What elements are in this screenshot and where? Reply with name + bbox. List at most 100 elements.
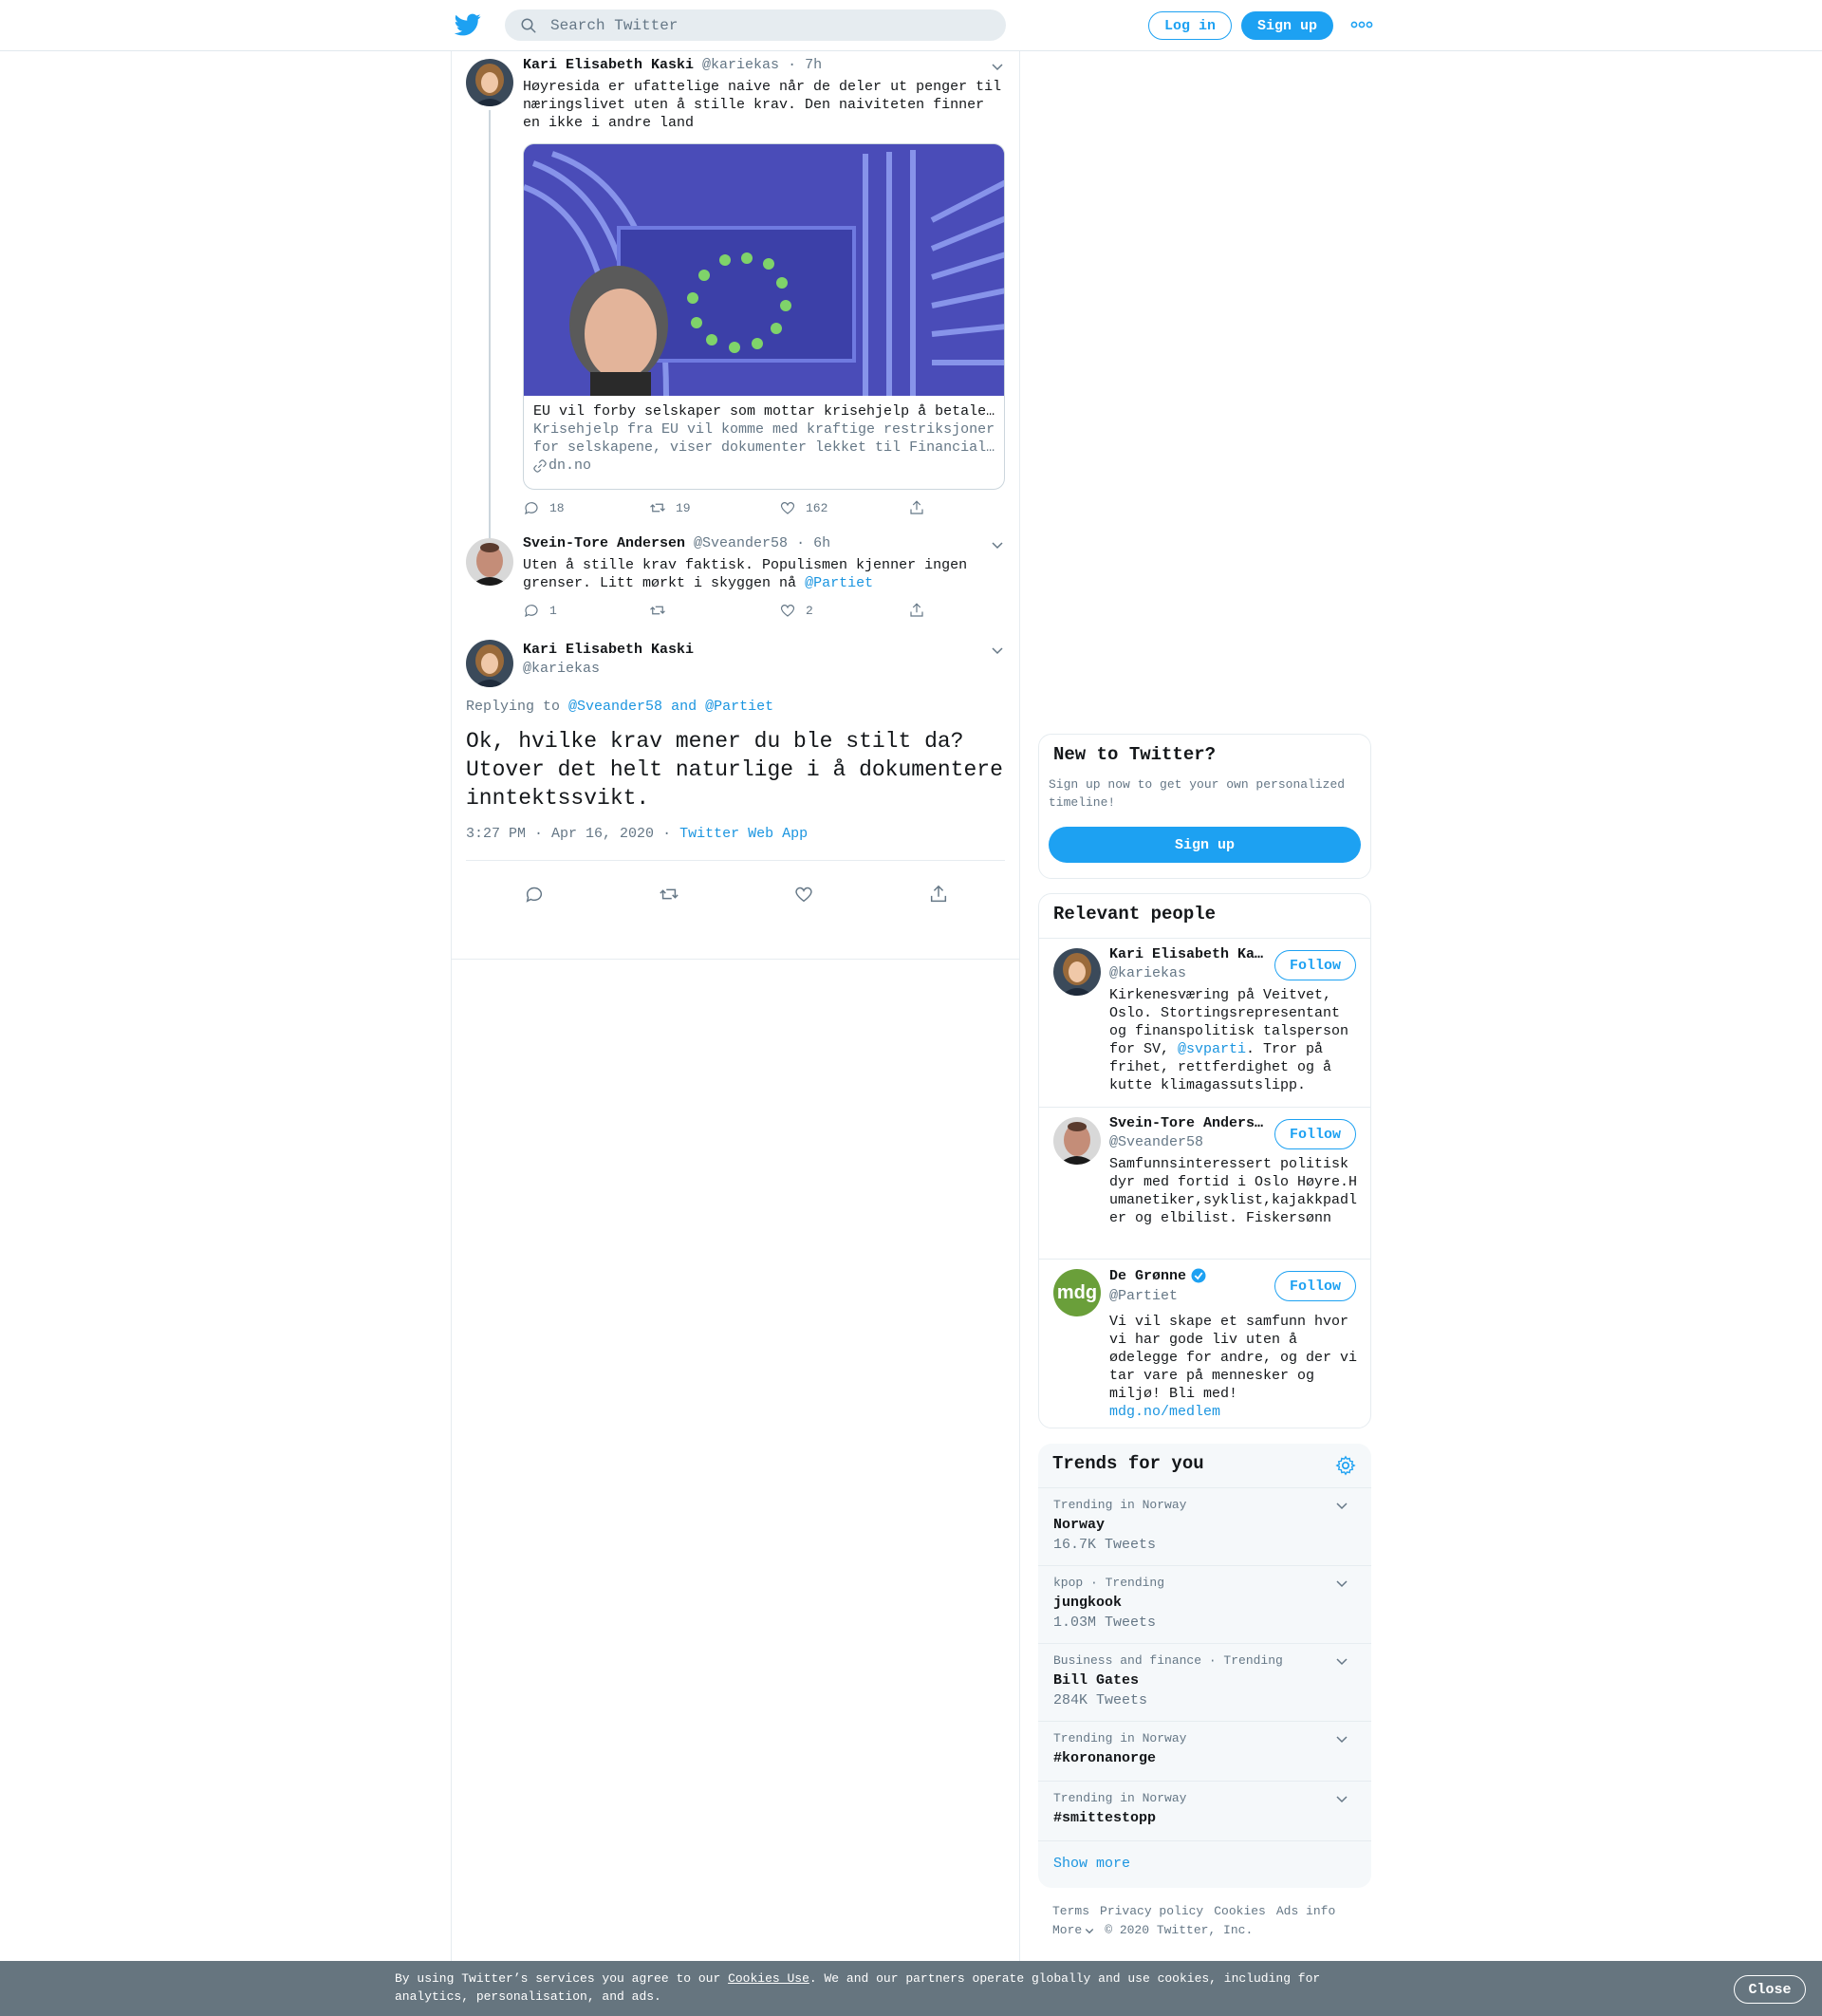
card-description: Krisehjelp fra EU vil komme med kraftige… <box>533 421 995 438</box>
user-cell[interactable]: Kari Elisabeth Ka… @kariekas Follow Kirk… <box>1039 938 1370 1107</box>
share-icon <box>910 500 923 514</box>
chevron-down-icon[interactable] <box>990 643 1005 658</box>
settings-gear-icon[interactable] <box>1335 1455 1356 1476</box>
author-name[interactable]: Kari Elisabeth Kaski <box>523 57 694 73</box>
trend-name: jungkook <box>1053 1595 1123 1611</box>
heart-icon <box>780 502 795 514</box>
chevron-down-icon[interactable] <box>1334 1653 1349 1669</box>
avatar[interactable] <box>466 538 513 586</box>
box-subtitle: Sign up now to get your own personalized… <box>1049 777 1346 810</box>
user-handle[interactable]: @kariekas <box>1109 965 1186 981</box>
user-bio: Kirkenesværing på Veitvet, Oslo. Stortin… <box>1109 987 1349 1093</box>
follow-button[interactable]: Follow <box>1274 1271 1356 1301</box>
tweet-timestamp[interactable]: 3:27 PM · Apr 16, 2020 <box>466 826 654 842</box>
trend-context: Trending in Norway <box>1053 1791 1187 1805</box>
share-button[interactable] <box>908 499 925 516</box>
retweet-button[interactable]: 19 <box>649 499 691 516</box>
avatar[interactable] <box>1053 1117 1101 1165</box>
user-name[interactable]: Svein-Tore Anders… <box>1109 1115 1269 1131</box>
avatar[interactable] <box>466 59 513 106</box>
main-column: Kari Elisabeth Kaski @kariekas · 7h Høyr… <box>451 51 1020 2016</box>
reply-icon[interactable] <box>524 884 545 905</box>
chevron-down-icon[interactable] <box>1334 1791 1349 1806</box>
author-handle[interactable]: @kariekas <box>702 57 779 73</box>
reply-button[interactable]: 1 <box>523 602 557 619</box>
close-button[interactable]: Close <box>1734 1975 1806 2004</box>
box-title: Relevant people <box>1053 904 1217 924</box>
tweet-source-link[interactable]: Twitter Web App <box>679 826 808 842</box>
cookies-use-link[interactable]: Cookies Use <box>728 1971 809 1986</box>
follow-button[interactable]: Follow <box>1274 1119 1356 1149</box>
tweet-time[interactable]: · 6h <box>796 535 830 551</box>
trend-item[interactable]: Trending in Norway #smittestopp <box>1038 1781 1371 1840</box>
trend-item[interactable]: Trending in Norway Norway 16.7K Tweets <box>1038 1487 1371 1565</box>
twitter-bird-icon[interactable] <box>454 11 482 38</box>
footer-link-cookies[interactable]: Cookies <box>1214 1904 1266 1918</box>
footer-links: Terms Privacy policy Cookies Ads info More … <box>1052 1904 1346 1937</box>
tweet-time[interactable]: · 7h <box>788 57 822 73</box>
chevron-down-icon[interactable] <box>1334 1576 1349 1591</box>
author-name[interactable]: Kari Elisabeth Kaski <box>523 642 694 658</box>
box-title: New to Twitter? <box>1053 744 1217 765</box>
signup-button[interactable]: Sign up <box>1241 11 1333 40</box>
share-button[interactable] <box>908 602 925 619</box>
author-handle[interactable]: @kariekas <box>523 661 600 677</box>
card-domain: dn.no <box>548 457 592 474</box>
trend-name: Norway <box>1053 1517 1106 1533</box>
replying-to-label: Replying to <box>466 699 561 715</box>
footer-link-privacy[interactable]: Privacy policy <box>1100 1904 1203 1918</box>
follow-button[interactable]: Follow <box>1274 950 1356 980</box>
like-button[interactable]: 162 <box>779 499 827 516</box>
reply-button[interactable]: 18 <box>523 499 565 516</box>
mention-link[interactable]: @svparti <box>1178 1041 1246 1057</box>
thread-line <box>489 110 491 583</box>
retweet-button[interactable] <box>649 602 676 619</box>
trend-item[interactable]: Trending in Norway #koronanorge <box>1038 1721 1371 1781</box>
search-input[interactable] <box>550 9 987 41</box>
author-handle[interactable]: @Sveander58 <box>694 535 788 551</box>
share-icon[interactable] <box>928 884 949 905</box>
new-to-twitter-box: New to Twitter? Sign up now to get your … <box>1038 734 1371 879</box>
chevron-down-icon[interactable] <box>990 59 1005 74</box>
avatar[interactable] <box>1053 948 1101 996</box>
user-cell[interactable]: mdg De Grønne @Partiet Follow Vi vil ska… <box>1039 1259 1370 1428</box>
tweet[interactable]: Svein-Tore Andersen @Sveander58 · 6h Ute… <box>452 531 1019 630</box>
search-icon <box>521 18 536 33</box>
tweet[interactable]: Kari Elisabeth Kaski @kariekas · 7h Høyr… <box>452 51 1019 583</box>
avatar[interactable]: mdg <box>1053 1269 1101 1316</box>
like-button[interactable]: 2 <box>779 602 813 619</box>
bio-link[interactable]: mdg.no/medlem <box>1109 1404 1220 1420</box>
heart-icon[interactable] <box>793 884 814 905</box>
trend-item[interactable]: kpop · Trending jungkook 1.03M Tweets <box>1038 1565 1371 1643</box>
chevron-down-icon[interactable] <box>990 537 1005 552</box>
retweet-icon[interactable] <box>659 884 679 905</box>
more-icon[interactable] <box>1349 15 1374 34</box>
link-card[interactable]: EU vil forby selskaper som mottar kriseh… <box>523 143 1005 490</box>
mention-link[interactable]: @Partiet <box>805 575 873 591</box>
avatar[interactable] <box>466 640 513 687</box>
login-button[interactable]: Log in <box>1148 11 1232 40</box>
user-name[interactable]: Kari Elisabeth Ka… <box>1109 946 1269 962</box>
verified-badge-icon <box>1191 1268 1206 1283</box>
signup-button[interactable]: Sign up <box>1049 827 1361 863</box>
user-handle[interactable]: @Sveander58 <box>1109 1134 1203 1150</box>
user-handle[interactable]: @Partiet <box>1109 1288 1178 1304</box>
show-more-link[interactable]: Show more <box>1053 1856 1130 1872</box>
user-bio: Vi vil skape et samfunn hvor vi har gode… <box>1109 1314 1358 1420</box>
card-image <box>524 144 1004 396</box>
user-name[interactable]: De Grønne <box>1109 1268 1186 1284</box>
footer-link-ads-info[interactable]: Ads info <box>1276 1904 1335 1918</box>
footer-more-link[interactable]: More <box>1052 1923 1082 1937</box>
card-description: for selskapene, viser dokumenter lekket … <box>533 439 995 456</box>
footer-link-terms[interactable]: Terms <box>1052 1904 1089 1918</box>
replying-to-link[interactable]: @Sveander58 and @Partiet <box>568 699 773 715</box>
chevron-down-icon[interactable] <box>1084 1925 1095 1936</box>
user-cell[interactable]: Svein-Tore Anders… @Sveander58 Follow Sa… <box>1039 1107 1370 1259</box>
chevron-down-icon[interactable] <box>1334 1498 1349 1513</box>
chevron-down-icon[interactable] <box>1334 1731 1349 1746</box>
author-name[interactable]: Svein-Tore Andersen <box>523 535 685 551</box>
trend-context: Trending in Norway <box>1053 1498 1187 1512</box>
user-bio: Samfunnsinteressert politisk dyr med for… <box>1109 1156 1358 1226</box>
trend-item[interactable]: Business and finance · Trending Bill Gat… <box>1038 1643 1371 1721</box>
share-icon <box>910 603 923 617</box>
